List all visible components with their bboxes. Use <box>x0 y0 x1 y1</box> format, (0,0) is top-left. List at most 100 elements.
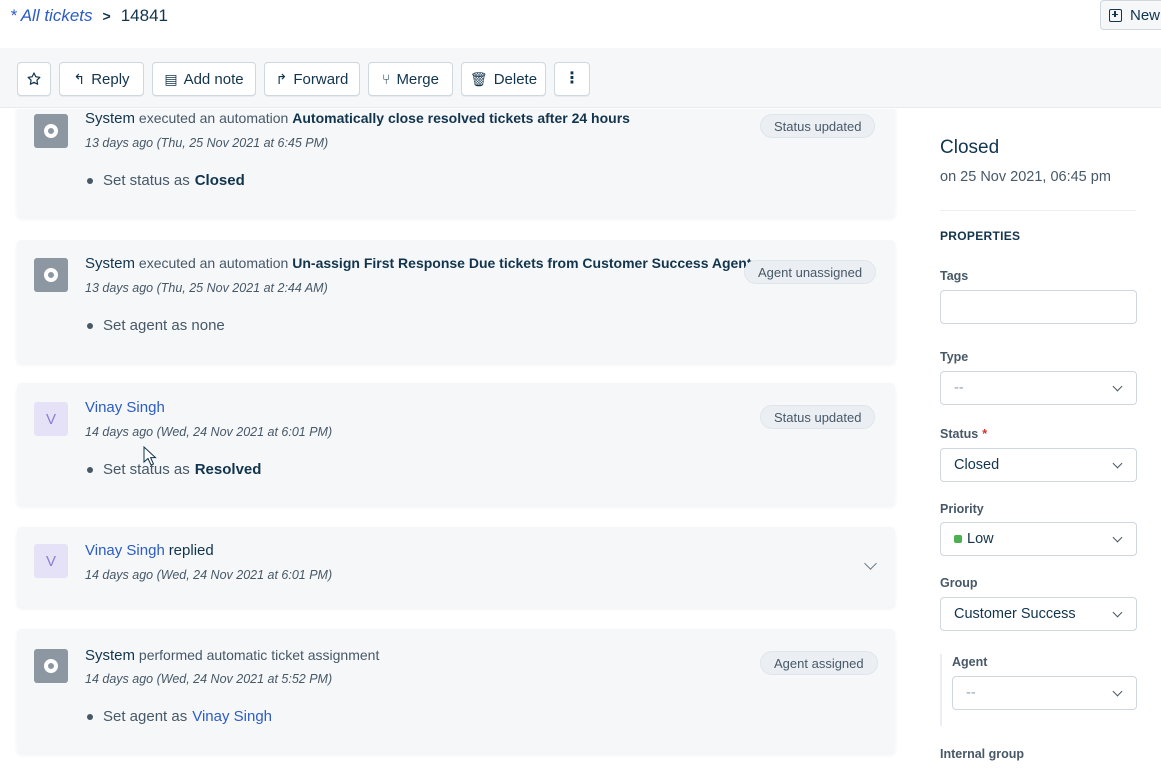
reply-icon: ↰ <box>73 70 86 87</box>
merge-label: Merge <box>396 70 439 88</box>
activity-card: V Vinay Singh 14 days ago (Wed, 24 Nov 2… <box>17 383 895 505</box>
kebab-icon: ⋮ <box>564 70 580 87</box>
activity-card: System executed an automation Un-assign … <box>17 240 895 363</box>
activity-actor: System <box>85 110 136 127</box>
activity-time: 13 days ago (Thu, 25 Nov 2021 at 6:45 PM… <box>85 136 329 150</box>
add-note-label: Add note <box>183 70 244 88</box>
properties-heading: PROPERTIES <box>940 229 1021 243</box>
activity-summary: System performed automatic ticket assign… <box>85 647 379 664</box>
tags-input[interactable] <box>940 290 1137 324</box>
status-value: Closed <box>954 457 1000 473</box>
system-avatar <box>34 258 68 292</box>
status-badge: Status updated <box>760 405 876 429</box>
merge-icon: ⑂ <box>382 71 391 87</box>
activity-change: Set status as Resolved <box>87 461 261 478</box>
add-note-button[interactable]: ▤ Add note <box>152 62 256 96</box>
chevron-down-icon <box>1112 607 1123 618</box>
chevron-down-icon <box>1112 532 1123 543</box>
agent-select[interactable]: -- <box>952 676 1137 710</box>
activity-summary: System executed an automation Un-assign … <box>85 255 752 272</box>
ticket-status-title: Closed <box>940 137 1000 158</box>
agent-name-link[interactable]: Vinay Singh <box>85 399 165 416</box>
group-label: Group <box>940 576 978 590</box>
activity-time: 14 days ago (Wed, 24 Nov 2021 at 6:01 PM… <box>85 425 333 439</box>
breadcrumb-separator: > <box>102 8 111 24</box>
chevron-down-icon <box>1112 381 1123 392</box>
plus-square-icon <box>1109 8 1122 22</box>
activity-action: replied <box>168 542 214 559</box>
more-options-button[interactable]: ⋮ <box>554 62 590 96</box>
system-avatar <box>34 114 68 148</box>
type-select[interactable]: -- <box>940 371 1137 405</box>
delete-label: Delete <box>493 70 538 88</box>
internal-group-label: Internal group <box>940 747 1025 761</box>
star-icon <box>27 72 41 85</box>
priority-value: Low <box>967 531 994 547</box>
status-select[interactable]: Closed <box>940 448 1137 482</box>
tags-label: Tags <box>940 269 969 283</box>
automation-name: Automatically close resolved tickets aft… <box>292 110 630 126</box>
type-label: Type <box>940 350 969 364</box>
chevron-down-icon[interactable] <box>864 557 877 570</box>
agent-name-link[interactable]: Vinay Singh <box>85 542 165 559</box>
activity-action: performed automatic ticket assignment <box>138 647 380 663</box>
new-button[interactable]: New <box>1100 0 1161 30</box>
priority-select[interactable]: Low <box>940 522 1137 556</box>
forward-button[interactable]: ↱ Forward <box>264 62 360 96</box>
breadcrumb: * All tickets > 14841 <box>10 6 168 26</box>
agent-value: -- <box>966 685 976 701</box>
priority-color-dot <box>954 535 962 543</box>
type-value: -- <box>954 380 964 396</box>
chevron-down-icon <box>1112 686 1123 697</box>
all-tickets-link[interactable]: * All tickets <box>10 6 93 26</box>
status-badge: Agent assigned <box>760 651 878 675</box>
automation-name: Un-assign First Response Due tickets fro… <box>292 255 752 271</box>
agent-name-link[interactable]: Vinay Singh <box>192 708 272 725</box>
activity-change: Set status as Closed <box>87 172 245 189</box>
status-label: Status * <box>940 427 988 441</box>
gear-icon <box>44 124 58 138</box>
reply-card[interactable]: V Vinay Singh replied 14 days ago (Wed, … <box>17 527 895 607</box>
activity-time: 14 days ago (Wed, 24 Nov 2021 at 6:01 PM… <box>85 568 333 582</box>
reply-button[interactable]: ↰ Reply <box>59 62 144 96</box>
note-icon: ▤ <box>164 70 178 87</box>
activity-action: executed an automation <box>138 110 289 126</box>
trash-icon: 🗑 <box>469 70 488 87</box>
activity-action: executed an automation <box>138 255 289 271</box>
status-badge: Status updated <box>760 114 876 138</box>
forward-label: Forward <box>293 70 349 88</box>
gear-icon <box>44 659 58 673</box>
activity-card: System performed automatic ticket assign… <box>17 629 895 753</box>
star-button[interactable] <box>17 62 51 96</box>
activity-actor: System <box>85 647 136 664</box>
activity-card: System executed an automation Automatica… <box>17 109 895 217</box>
user-avatar: V <box>34 402 68 436</box>
forward-icon: ↱ <box>275 70 288 87</box>
delete-button[interactable]: 🗑 Delete <box>461 62 546 96</box>
system-avatar <box>34 649 68 683</box>
ticket-id: 14841 <box>120 6 168 25</box>
reply-label: Reply <box>91 70 130 88</box>
activity-actor: System <box>85 255 136 272</box>
ticket-status-date: on 25 Nov 2021, 06:45 pm <box>940 169 1111 185</box>
activity-summary: System executed an automation Automatica… <box>85 110 630 127</box>
merge-button[interactable]: ⑂ Merge <box>368 62 453 96</box>
activity-change: Set agent as none <box>87 317 225 334</box>
activity-summary: Vinay Singh replied <box>85 542 214 559</box>
gear-icon <box>44 268 58 282</box>
new-button-label: New <box>1130 6 1161 24</box>
activity-summary: Vinay Singh <box>85 399 165 416</box>
group-value: Customer Success <box>954 606 1076 622</box>
agent-label: Agent <box>952 655 988 669</box>
required-marker: * <box>982 427 988 441</box>
user-avatar: V <box>34 544 68 578</box>
activity-time: 14 days ago (Wed, 24 Nov 2021 at 5:52 PM… <box>85 672 333 686</box>
chevron-down-icon <box>1112 458 1123 469</box>
group-select[interactable]: Customer Success <box>940 597 1137 631</box>
priority-label: Priority <box>940 502 984 516</box>
activity-time: 13 days ago (Thu, 25 Nov 2021 at 2:44 AM… <box>85 281 328 295</box>
activity-feed: System executed an automation Automatica… <box>0 109 915 772</box>
divider <box>940 210 1136 211</box>
activity-change: Set agent as Vinay Singh <box>87 708 272 725</box>
ticket-toolbar: ↰ Reply ▤ Add note ↱ Forward ⑂ Merge 🗑 D… <box>0 48 1161 108</box>
